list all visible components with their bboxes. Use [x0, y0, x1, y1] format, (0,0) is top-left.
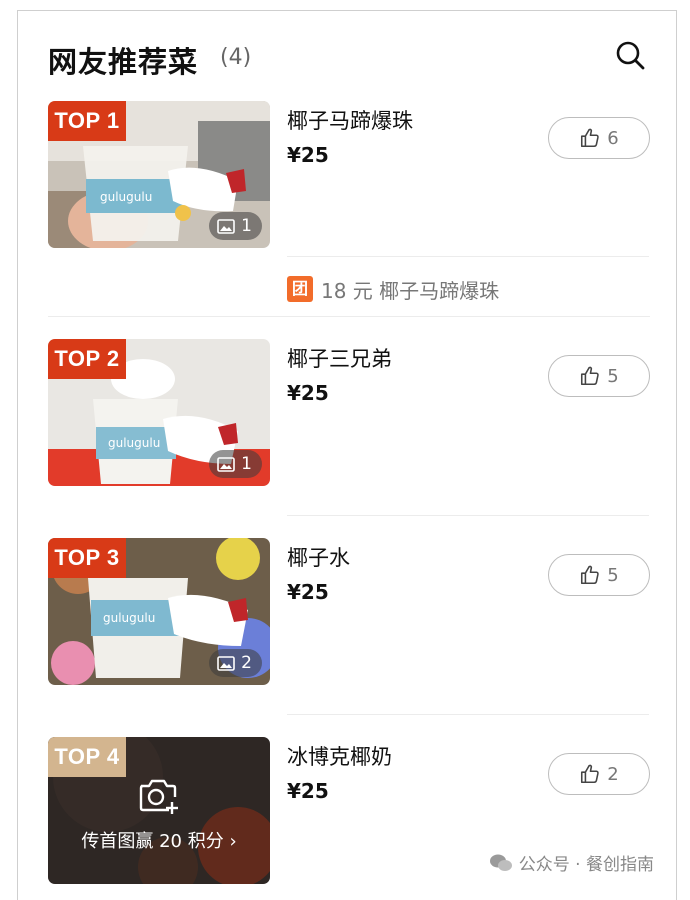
- upload-photo-tile[interactable]: TOP 4 传首图赢 20 积分 ›: [48, 737, 270, 884]
- dish-photo[interactable]: gulugulu TOP 3 2: [48, 538, 270, 685]
- dish-price: ¥25: [287, 580, 329, 604]
- chevron-right-icon: ›: [229, 831, 237, 852]
- like-count: 5: [607, 564, 619, 586]
- thumbs-up-icon: [581, 764, 599, 784]
- divider: [287, 515, 649, 516]
- image-count-badge: 2: [209, 649, 262, 677]
- dish-name[interactable]: 冰博克椰奶: [287, 741, 392, 771]
- image-icon: [217, 218, 235, 234]
- camera-add-icon: [139, 779, 178, 814]
- like-button[interactable]: 5: [548, 554, 650, 596]
- upload-reward-label: 传首图赢 20 积分: [81, 831, 224, 852]
- dish-count: (4): [220, 45, 252, 70]
- dish-item[interactable]: gulugulu TOP 3 2 椰子水 ¥25 5: [48, 538, 650, 698]
- dish-item[interactable]: gulugulu TOP 1 1 椰子马蹄爆珠 ¥25 6: [48, 101, 650, 261]
- dish-item[interactable]: gulugulu TOP 2 1 椰子三兄弟 ¥25 5: [48, 339, 650, 499]
- group-deal-text: 18 元 椰子马蹄爆珠: [321, 278, 500, 303]
- image-count: 1: [241, 216, 252, 236]
- rank-badge: TOP 1: [48, 101, 126, 141]
- recommended-dishes-panel: 网友推荐菜 (4) gulugulu TOP 1 1 椰子马蹄爆珠 ¥25 6 …: [17, 10, 677, 900]
- dish-name[interactable]: 椰子马蹄爆珠: [287, 105, 413, 135]
- svg-text:gulugulu: gulugulu: [100, 190, 152, 204]
- like-button[interactable]: 2: [548, 753, 650, 795]
- dish-price: ¥25: [287, 381, 329, 405]
- rank-badge: TOP 2: [48, 339, 126, 379]
- dish-name[interactable]: 椰子三兄弟: [287, 343, 392, 373]
- panel-title: 网友推荐菜: [48, 45, 199, 79]
- image-count: 1: [241, 454, 252, 474]
- divider: [287, 714, 649, 715]
- search-icon[interactable]: [614, 39, 646, 71]
- thumbs-up-icon: [581, 128, 599, 148]
- image-icon: [217, 655, 235, 671]
- group-deal[interactable]: 团 18 元 椰子马蹄爆珠: [287, 274, 499, 304]
- image-count-badge: 1: [209, 212, 262, 240]
- svg-text:gulugulu: gulugulu: [103, 611, 155, 625]
- dish-price: ¥25: [287, 143, 329, 167]
- dish-name[interactable]: 椰子水: [287, 542, 350, 572]
- watermark: 公众号 · 餐创指南: [489, 850, 654, 875]
- rank-badge: TOP 4: [48, 737, 126, 777]
- rank-badge: TOP 3: [48, 538, 126, 578]
- panel-header: 网友推荐菜 (4): [48, 39, 646, 79]
- dish-price: ¥25: [287, 779, 329, 803]
- divider: [287, 256, 649, 257]
- dish-photo[interactable]: gulugulu TOP 1 1: [48, 101, 270, 248]
- like-count: 6: [607, 127, 619, 149]
- image-icon: [217, 456, 235, 472]
- svg-text:gulugulu: gulugulu: [108, 436, 160, 450]
- upload-reward-text[interactable]: 传首图赢 20 积分 ›: [48, 827, 270, 853]
- like-count: 2: [607, 763, 619, 785]
- image-count: 2: [241, 653, 252, 673]
- watermark-text: 公众号 · 餐创指南: [518, 855, 654, 875]
- dish-photo[interactable]: gulugulu TOP 2 1: [48, 339, 270, 486]
- thumbs-up-icon: [581, 565, 599, 585]
- divider: [48, 316, 650, 317]
- wechat-icon: [489, 854, 512, 871]
- like-count: 5: [607, 365, 619, 387]
- group-deal-badge: 团: [287, 276, 313, 302]
- like-button[interactable]: 5: [548, 355, 650, 397]
- thumbs-up-icon: [581, 366, 599, 386]
- image-count-badge: 1: [209, 450, 262, 478]
- like-button[interactable]: 6: [548, 117, 650, 159]
